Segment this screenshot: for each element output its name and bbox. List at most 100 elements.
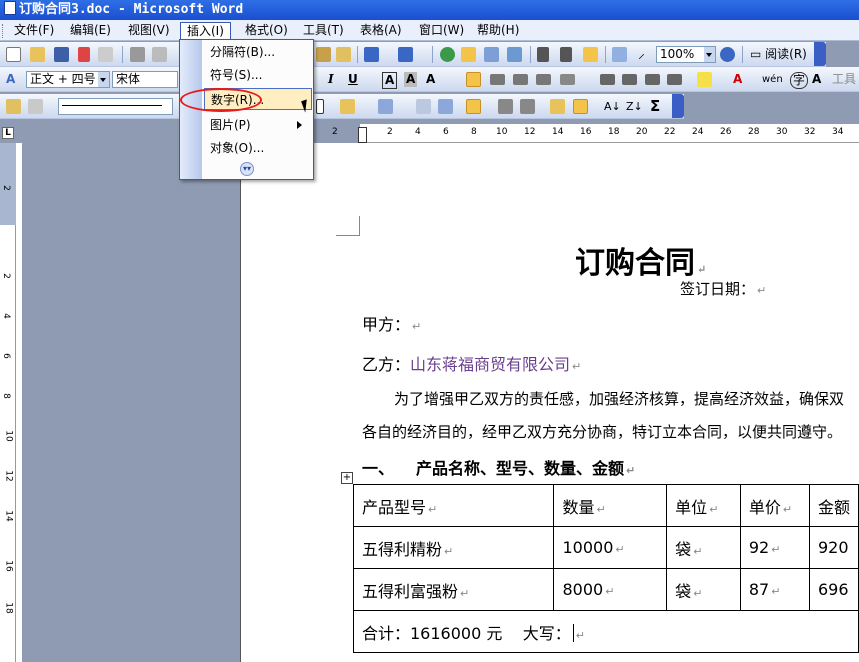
- indent-marker[interactable]: [358, 127, 367, 143]
- toolbar-options-icon[interactable]: [672, 94, 684, 118]
- line-style-combo[interactable]: [58, 98, 173, 115]
- permission-icon[interactable]: [78, 47, 90, 62]
- grow-font-icon[interactable]: A: [812, 72, 821, 87]
- print-preview-icon[interactable]: [152, 47, 167, 62]
- distribute-columns-icon[interactable]: [520, 99, 535, 114]
- line-spacing-icon[interactable]: [560, 74, 575, 85]
- menu-item-break[interactable]: 分隔符(B)...: [204, 41, 312, 63]
- char-scaling-button[interactable]: A: [426, 72, 435, 87]
- menu-table[interactable]: 表格(A): [354, 22, 408, 39]
- party-a-line[interactable]: 甲方： ↵: [362, 311, 421, 335]
- merge-cells-icon[interactable]: [416, 99, 431, 114]
- table-cell[interactable]: 五得利富强粉 ↵: [352, 568, 555, 611]
- drawing-icon[interactable]: [560, 47, 572, 62]
- hyperlink-icon[interactable]: [440, 47, 455, 62]
- menu-view[interactable]: 视图(V): [122, 22, 176, 39]
- draw-table-icon[interactable]: [6, 99, 21, 114]
- format-painter-icon[interactable]: [336, 47, 351, 62]
- table-cell[interactable]: 五得利精粉 ↵: [352, 526, 555, 569]
- justify-icon[interactable]: [536, 74, 551, 85]
- menu-format[interactable]: 格式(O): [239, 22, 294, 39]
- align-cell-icon[interactable]: [466, 99, 481, 114]
- phonetic-guide-icon[interactable]: wén: [762, 72, 783, 87]
- columns-icon[interactable]: [537, 47, 549, 62]
- redo-icon[interactable]: [398, 47, 413, 62]
- zoom-combo[interactable]: 100%: [656, 46, 716, 63]
- read-button[interactable]: ▭ 阅读(R): [750, 47, 807, 62]
- paste-icon[interactable]: [316, 47, 331, 62]
- increase-indent-icon[interactable]: [667, 74, 682, 85]
- menu-file[interactable]: 文件(F): [8, 22, 60, 39]
- menu-insert[interactable]: 插入(I): [180, 22, 231, 39]
- menu-edit[interactable]: 编辑(E): [64, 22, 117, 39]
- help-icon[interactable]: [720, 47, 735, 62]
- document-title[interactable]: 订购合同 ↵: [575, 238, 706, 282]
- open-folder-icon[interactable]: [30, 47, 45, 62]
- table-cell[interactable]: 696: [808, 568, 859, 611]
- table-cell[interactable]: 金额: [808, 484, 859, 527]
- paragraph-mark-icon[interactable]: ⸝: [638, 47, 645, 62]
- email-icon[interactable]: [98, 47, 113, 62]
- menu-item-symbol[interactable]: 符号(S)...: [204, 64, 312, 86]
- style-combo[interactable]: 正文 + 四号: [26, 71, 110, 88]
- table-cell[interactable]: 8000 ↵: [553, 568, 668, 611]
- autoformat-icon[interactable]: [550, 99, 565, 114]
- align-center-icon[interactable]: [490, 74, 505, 85]
- undo-icon[interactable]: [364, 47, 379, 62]
- paragraph-2[interactable]: 各自的经济目的，经甲乙双方充分协商，特订立本合同，以便共同遵守。: [362, 421, 842, 442]
- print-icon[interactable]: [130, 47, 145, 62]
- char-shading-button[interactable]: A: [404, 72, 418, 87]
- insert-excel-icon[interactable]: [507, 47, 522, 62]
- decrease-indent-icon[interactable]: [645, 74, 660, 85]
- toolbar-options-icon[interactable]: [814, 42, 826, 66]
- chevron-down-icon[interactable]: [98, 72, 109, 87]
- sort-descending-icon[interactable]: Z↓: [626, 99, 643, 114]
- enclose-char-icon[interactable]: 字: [790, 72, 809, 89]
- border-color-icon[interactable]: [316, 99, 324, 114]
- expand-menu-icon[interactable]: ▾▾: [240, 162, 254, 176]
- table-cell[interactable]: 10000 ↵: [553, 526, 668, 569]
- party-b-line[interactable]: 乙方：山东蒋福商贸有限公司 ↵: [362, 351, 581, 375]
- tools-label[interactable]: 工具: [832, 72, 856, 87]
- tab-selector[interactable]: L: [2, 127, 14, 139]
- split-cells-icon[interactable]: [438, 99, 453, 114]
- table-cell[interactable]: 单价 ↵: [739, 484, 810, 527]
- menu-item-picture[interactable]: 图片(P): [204, 114, 312, 136]
- highlight-icon[interactable]: [697, 72, 712, 87]
- menu-item-object[interactable]: 对象(O)...: [204, 137, 312, 159]
- eraser-icon[interactable]: [28, 99, 43, 114]
- shading-color-icon[interactable]: [340, 99, 355, 114]
- menu-window[interactable]: 窗口(W): [413, 22, 470, 39]
- section-heading[interactable]: 一、 产品名称、型号、数量、金额 ↵: [362, 455, 635, 479]
- table-cell[interactable]: 袋 ↵: [666, 568, 741, 611]
- menu-grip[interactable]: [2, 24, 5, 38]
- char-border-button[interactable]: A: [382, 72, 398, 89]
- numbering-icon[interactable]: [600, 74, 615, 85]
- table-cell[interactable]: 数量 ↵: [553, 484, 668, 527]
- table-cell[interactable]: 产品型号 ↵: [352, 484, 555, 527]
- underline-button[interactable]: U: [348, 72, 358, 87]
- table-cell[interactable]: 92 ↵: [739, 526, 810, 569]
- vertical-ruler[interactable]: 2 2 4 6 8 10 12 14 16 18: [0, 143, 16, 662]
- save-icon[interactable]: [54, 47, 69, 62]
- autosum-icon[interactable]: Σ: [650, 99, 660, 114]
- styles-pane-icon[interactable]: A: [6, 72, 15, 87]
- align-right-icon[interactable]: [513, 74, 528, 85]
- new-document-icon[interactable]: [6, 47, 21, 62]
- tables-borders-icon[interactable]: [461, 47, 476, 62]
- table-cell[interactable]: 920: [808, 526, 859, 569]
- show-hide-icon[interactable]: [612, 47, 627, 62]
- table-cell[interactable]: 87 ↵: [739, 568, 810, 611]
- table-move-handle[interactable]: +: [341, 472, 353, 484]
- chevron-down-icon[interactable]: [704, 47, 715, 62]
- table-cell[interactable]: 合计：1616000 元 大写： ↵: [353, 610, 859, 653]
- horizontal-ruler[interactable]: 2 2 4 6 8 10 12 14 16 18 20 22 24 26 28 …: [242, 124, 859, 143]
- table-cell[interactable]: 单位 ↵: [666, 484, 741, 527]
- align-left-icon[interactable]: [466, 72, 481, 87]
- order-table[interactable]: 产品型号 ↵ 数量 ↵ 单位 ↵ 单价 ↵ 金额 五得利精粉 ↵ 10000 ↵ 袋 ↵ 92…: [352, 484, 859, 653]
- menu-help[interactable]: 帮助(H): [471, 22, 525, 39]
- show-gridlines-icon[interactable]: [573, 99, 588, 114]
- menu-tools[interactable]: 工具(T): [297, 22, 350, 39]
- distribute-rows-icon[interactable]: [498, 99, 513, 114]
- font-combo[interactable]: 宋体: [112, 71, 178, 88]
